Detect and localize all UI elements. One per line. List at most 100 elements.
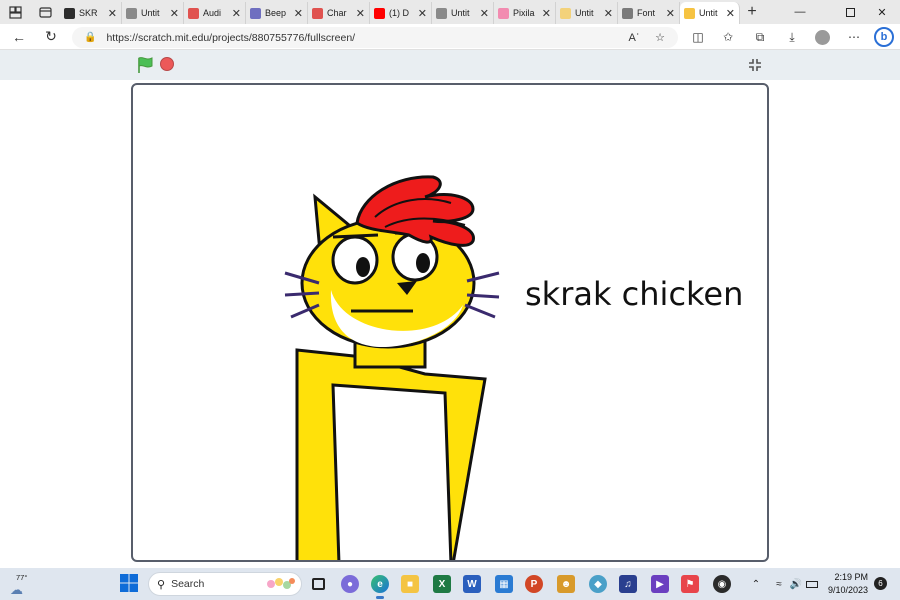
profile-button[interactable] [808, 24, 836, 50]
browser-tab[interactable]: (1) D ✕ [370, 2, 432, 24]
downloads-button[interactable]: ⤓ [778, 24, 806, 50]
taskbar-search-box[interactable]: ⚲ Search [148, 572, 302, 596]
weather-widget[interactable]: 77° ☁ [4, 570, 34, 598]
teams-chat-icon: ● [341, 575, 359, 593]
volume-button[interactable]: 🔊 [788, 572, 804, 596]
tab-title: Untit [575, 8, 594, 18]
edge-taskbar-button[interactable]: e [368, 572, 392, 599]
browser-tab[interactable]: Pixila ✕ [494, 2, 556, 24]
back-button[interactable]: ← [4, 24, 34, 50]
stop-button[interactable] [160, 57, 174, 71]
stage-canvas[interactable]: skrak chicken [131, 83, 769, 562]
browser-tab[interactable]: Audi ✕ [184, 2, 246, 24]
url-text: https://scratch.mit.edu/projects/8807557… [106, 31, 356, 44]
taskbar-clock[interactable]: 2:19 PM 9/10/2023 [808, 571, 868, 597]
word-icon: W [463, 575, 481, 593]
bing-icon: b [874, 27, 894, 47]
favorites-icon: ✩ [722, 30, 734, 44]
task-view-icon [311, 578, 325, 590]
address-field[interactable]: 🔒 https://scratch.mit.edu/projects/88075… [72, 27, 678, 48]
close-icon: ✕ [877, 6, 887, 19]
workspaces-icon [8, 5, 22, 19]
tab-close-icon[interactable]: ✕ [726, 7, 735, 20]
browser-tab[interactable]: Font ✕ [618, 2, 680, 24]
split-screen-button[interactable]: ◫ [684, 24, 712, 50]
browser-tab[interactable]: SKR ✕ [60, 2, 122, 24]
browser-tab[interactable]: Untit ✕ [680, 2, 740, 24]
favorites-button[interactable]: ✩ [714, 24, 742, 50]
cloud-icon: ☁ [10, 582, 23, 597]
globe-icon: ◆ [589, 575, 607, 593]
wifi-icon: ≈ [776, 578, 782, 590]
browser-tab[interactable]: Untit ✕ [432, 2, 494, 24]
green-flag-icon[interactable] [136, 56, 154, 74]
word-button[interactable]: W [460, 572, 484, 596]
refresh-button[interactable]: ↻ [36, 24, 66, 50]
search-label: Search [171, 578, 205, 590]
tab-title: Audi [203, 8, 222, 18]
favorite-star-icon[interactable]: ☆ [650, 27, 670, 48]
collections-button[interactable]: ⧉ [746, 24, 774, 50]
tab-close-icon[interactable]: ✕ [418, 7, 427, 20]
tab-title: Untit [451, 8, 470, 18]
excel-button[interactable]: X [430, 572, 454, 596]
minimize-icon: — [794, 6, 806, 18]
clipchamp-button[interactable]: ▶ [648, 572, 672, 596]
bing-chat-button[interactable]: b [870, 24, 898, 50]
tab-close-icon[interactable]: ✕ [542, 7, 551, 20]
app-globe-button[interactable]: ◆ [586, 572, 610, 596]
edge-icon: e [371, 575, 389, 593]
file-explorer-button[interactable]: ■ [398, 572, 422, 596]
tab-title: Beep [265, 8, 287, 18]
tab-close-icon[interactable]: ✕ [170, 7, 179, 20]
browser-tab[interactable]: Untit ✕ [122, 2, 184, 24]
tab-actions-button[interactable] [30, 0, 60, 24]
exit-fullscreen-icon [749, 59, 761, 71]
tab-title: Char [327, 8, 347, 18]
clock-date: 9/10/2023 [827, 585, 868, 595]
game-app-icon: ☻ [557, 575, 575, 593]
tab-close-icon[interactable]: ✕ [666, 7, 675, 20]
volume-icon: 🔊 [789, 578, 803, 590]
tab-close-icon[interactable]: ✕ [294, 7, 303, 20]
minimize-button[interactable]: — [780, 0, 820, 24]
tab-close-icon[interactable]: ✕ [232, 7, 241, 20]
notification-badge[interactable]: 6 [874, 577, 887, 590]
workspaces-button[interactable] [0, 0, 30, 24]
tray-overflow-button[interactable]: ⌃ [748, 572, 764, 596]
tab-close-icon[interactable]: ✕ [480, 7, 489, 20]
tab-title: (1) D [389, 8, 409, 18]
close-window-button[interactable]: ✕ [862, 0, 900, 24]
teams-chat-button[interactable]: ● [338, 572, 362, 596]
exit-fullscreen-button[interactable] [744, 54, 766, 76]
store-button[interactable]: ▦ [492, 572, 516, 596]
wifi-button[interactable]: ≈ [770, 572, 788, 596]
tab-close-icon[interactable]: ✕ [604, 7, 613, 20]
avatar [814, 29, 830, 45]
tab-close-icon[interactable]: ✕ [108, 7, 117, 20]
audio-app-button[interactable]: ♫ [616, 572, 640, 596]
tab-close-icon[interactable]: ✕ [356, 7, 365, 20]
cat-sprite [284, 175, 500, 560]
tab-title: Untit [141, 8, 160, 18]
task-view-button[interactable] [306, 572, 330, 596]
pdf-app-button[interactable]: ⚑ [678, 572, 702, 596]
more-menu-button[interactable]: ⋯ [840, 24, 868, 50]
tab-favicon-icon [312, 7, 323, 19]
read-aloud-icon[interactable]: Aʿ [624, 27, 644, 48]
download-icon: ⤓ [789, 29, 795, 44]
headphones-icon: ♫ [619, 575, 637, 593]
search-highlight-icon [267, 578, 295, 589]
obs-icon: ◉ [713, 575, 731, 593]
windows-start-icon[interactable] [120, 574, 138, 592]
back-arrow-icon: ← [12, 28, 26, 45]
new-tab-button[interactable]: + [740, 3, 764, 21]
browser-tab[interactable]: Beep ✕ [246, 2, 308, 24]
obs-button[interactable]: ◉ [710, 572, 734, 596]
browser-tab[interactable]: Char ✕ [308, 2, 370, 24]
more-icon: ⋯ [848, 30, 860, 44]
browser-tab[interactable]: Untit ✕ [556, 2, 618, 24]
powerpoint-button[interactable]: P [522, 572, 546, 596]
app-game-button[interactable]: ☻ [554, 572, 578, 596]
restore-icon [845, 7, 855, 17]
